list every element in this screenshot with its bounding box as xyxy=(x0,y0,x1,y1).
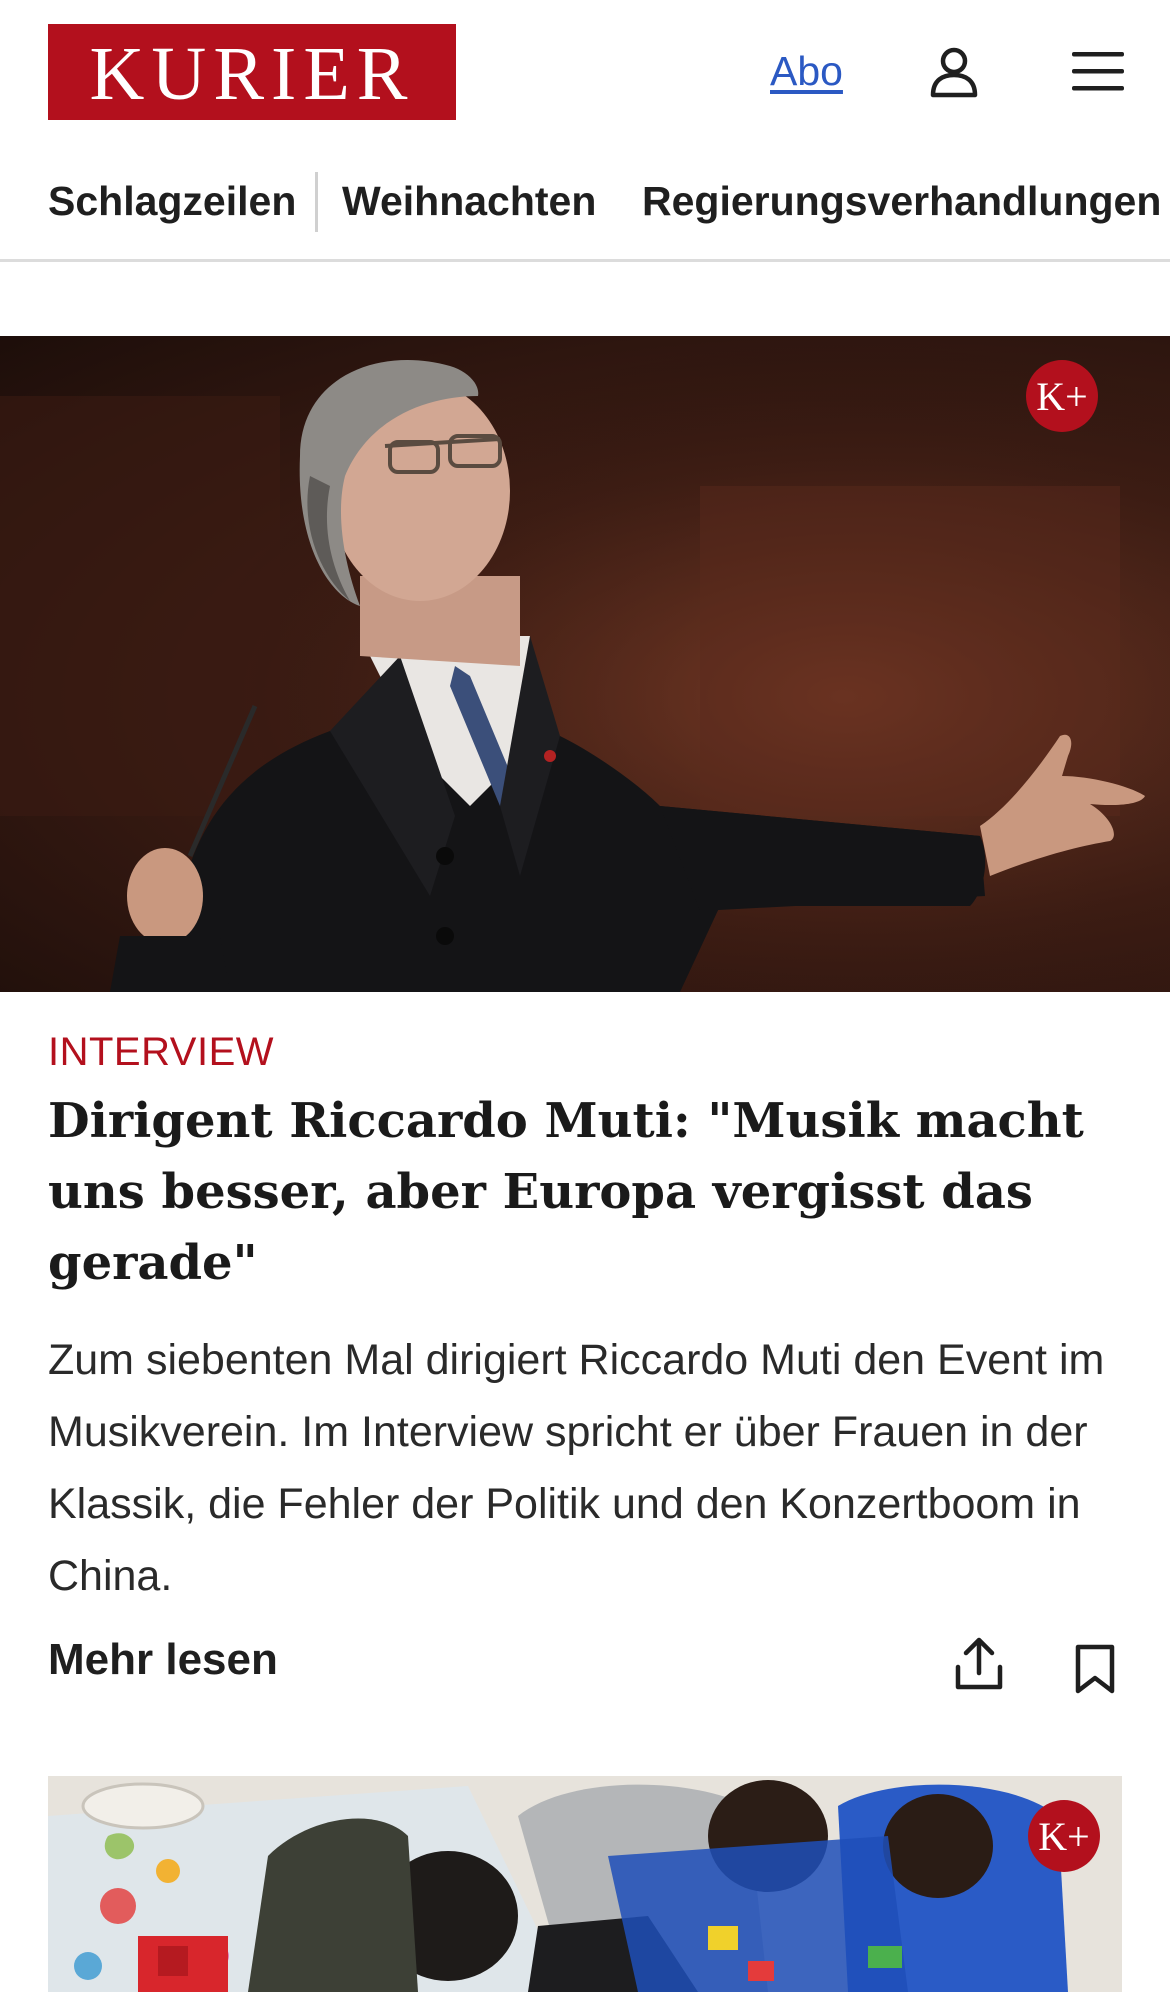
nav-item-weihnachten[interactable]: Weihnachten xyxy=(342,178,596,225)
next-article-image[interactable]: K+ xyxy=(48,1776,1122,1992)
article-teaser[interactable]: Zum siebenten Mal dirigiert Riccardo Mut… xyxy=(48,1324,1138,1612)
topic-nav: Schlagzeilen Weihnachten Regierungsverha… xyxy=(0,168,1170,262)
kplus-badge-icon: K+ xyxy=(1028,1800,1100,1872)
nav-item-schlagzeilen[interactable]: Schlagzeilen xyxy=(48,178,296,225)
share-icon[interactable] xyxy=(954,1637,1004,1691)
kurier-logo[interactable]: KURIER xyxy=(48,24,456,120)
nav-divider xyxy=(315,172,318,232)
conductor-illustration xyxy=(0,336,1170,992)
kplus-badge-icon: K+ xyxy=(1026,360,1098,432)
nav-item-regierungsverhandlungen[interactable]: Regierungsverhandlungen xyxy=(642,178,1161,225)
hamburger-menu-icon[interactable] xyxy=(1072,48,1124,94)
article-kicker: INTERVIEW xyxy=(48,1030,275,1074)
site-header: KURIER Abo xyxy=(0,0,1170,145)
article-hero-image[interactable]: K+ xyxy=(0,336,1170,992)
article-headline[interactable]: Dirigent Riccardo Muti: "Musik macht uns… xyxy=(48,1086,1108,1299)
bookmark-icon[interactable] xyxy=(1074,1644,1116,1694)
logo-text: KURIER xyxy=(89,32,415,116)
read-more-link[interactable]: Mehr lesen xyxy=(48,1635,278,1685)
user-icon[interactable] xyxy=(928,46,980,98)
abo-link[interactable]: Abo xyxy=(770,48,843,95)
kplus-badge-text: K+ xyxy=(1036,373,1088,419)
kplus-badge-text: K+ xyxy=(1038,1813,1090,1859)
children-playing-illustration xyxy=(48,1776,1122,1992)
